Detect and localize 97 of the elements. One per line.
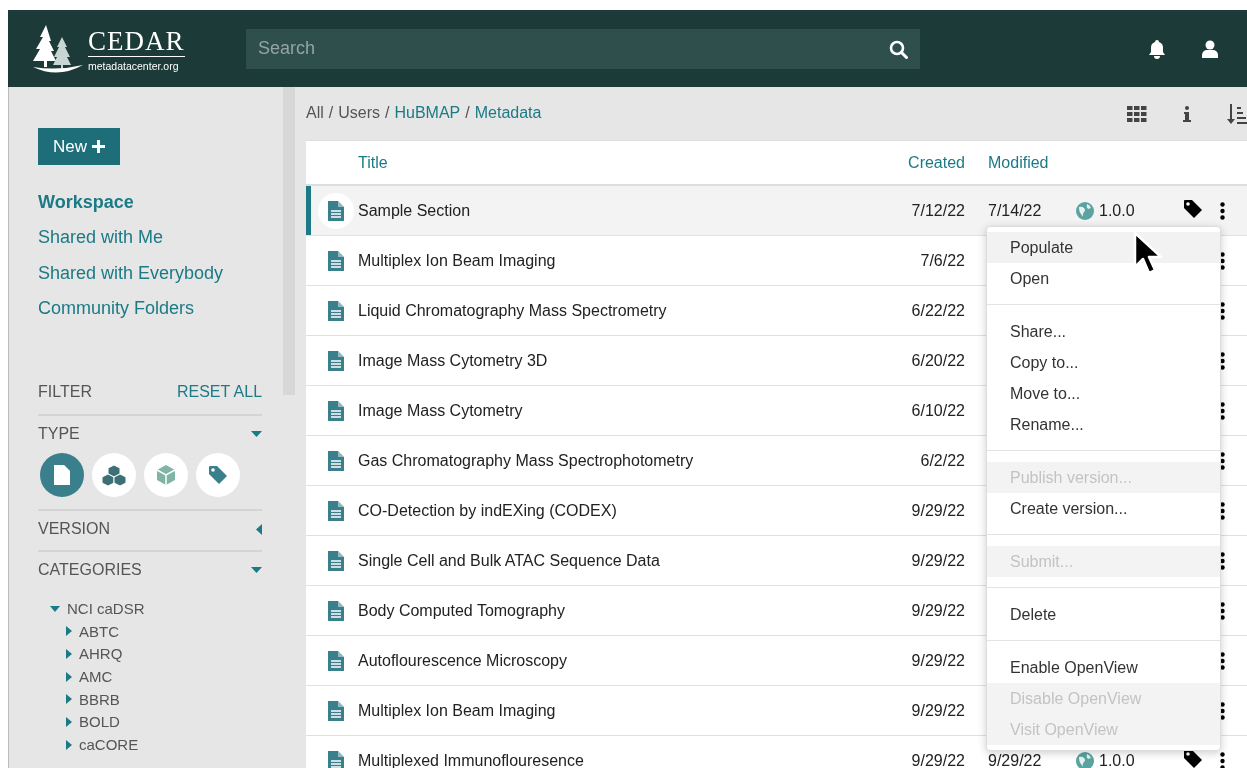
category-item[interactable]: ABTC: [79, 622, 119, 640]
tag-icon: [1183, 198, 1203, 219]
more-options-icon[interactable]: [1220, 751, 1225, 768]
title-cell-text: Single Cell and Bulk ATAC Sequence Data: [358, 551, 661, 570]
breadcrumb-separator: /: [465, 103, 470, 122]
title-cell-text: CO-Detection by indEXing (CODEX): [358, 501, 618, 520]
category-item[interactable]: AMC: [79, 668, 113, 686]
breadcrumb-link[interactable]: Metadata: [474, 103, 542, 122]
type-filter-button[interactable]: [40, 453, 84, 498]
logo-domain: metadatacenter.org: [88, 59, 180, 72]
grid-view-icon[interactable]: [1127, 105, 1147, 122]
type-filter-button[interactable]: [92, 453, 136, 498]
category-item[interactable]: AHRQ: [79, 645, 123, 663]
title-cell-text: Image Mass Cytometry 3D: [358, 351, 549, 370]
search-icon[interactable]: [889, 39, 908, 59]
title-cell-text: Autoflourescence Microscopy: [358, 651, 568, 670]
nav-link[interactable]: Workspace: [38, 192, 134, 213]
menu-item[interactable]: Move to...: [987, 378, 1220, 409]
version-cell: 1.0.0: [1099, 751, 1135, 768]
menu-item[interactable]: Enable OpenView: [987, 652, 1220, 683]
more-options-icon[interactable]: [1220, 201, 1225, 220]
breadcrumb-separator: /: [385, 103, 390, 122]
bell-icon[interactable]: [1147, 38, 1167, 59]
breadcrumb-link[interactable]: HuBMAP: [394, 103, 461, 122]
sort-icon[interactable]: [1227, 103, 1247, 124]
breadcrumb-separator: /: [328, 103, 334, 122]
menu-item[interactable]: Populate: [987, 232, 1220, 263]
column-header[interactable]: Title: [358, 153, 895, 172]
reset-all-link[interactable]: RESET ALL: [176, 383, 263, 402]
cube-icon: [155, 464, 177, 487]
user-icon[interactable]: [1202, 39, 1218, 58]
menu-item[interactable]: Share...: [987, 316, 1220, 347]
created-cell-text: 9/29/22: [910, 701, 965, 720]
caret-right-icon[interactable]: [66, 694, 72, 705]
caret-right-icon[interactable]: [66, 739, 72, 750]
created-cell-text: 7/6/22: [919, 251, 965, 270]
filter-section-title[interactable]: TYPE: [38, 425, 80, 444]
created-cell-text: 9/29/22: [910, 651, 965, 670]
category-item[interactable]: NCI caDSR: [67, 600, 145, 618]
created-cell-text: 9/29/22: [910, 751, 965, 768]
type-filter-button[interactable]: [196, 453, 240, 498]
created-cell-text: 6/20/22: [910, 351, 965, 370]
menu-item[interactable]: Rename...: [987, 409, 1220, 440]
menu-item[interactable]: Open: [987, 263, 1220, 294]
title-cell-text: Image Mass Cytometry: [358, 401, 524, 420]
cubes-icon: [101, 464, 127, 487]
new-button[interactable]: New: [38, 128, 120, 166]
created-cell-text: 6/10/22: [910, 401, 965, 420]
nav-link[interactable]: Shared with Me: [38, 227, 164, 248]
created-cell-text: 9/29/22: [910, 501, 965, 520]
column-header[interactable]: Created: [895, 153, 965, 172]
created-cell-text: 9/29/22: [910, 551, 965, 570]
title-cell-text: Gas Chromatography Mass Spectrophotometry: [358, 451, 695, 470]
tag-icon: [208, 465, 228, 486]
caret-right-icon[interactable]: [66, 648, 72, 659]
menu-item[interactable]: Create version...: [987, 493, 1220, 524]
created-cell-text: 6/2/22: [919, 451, 965, 470]
category-item[interactable]: BBRB: [79, 690, 120, 708]
caret-right-icon[interactable]: [66, 671, 72, 682]
nav-link[interactable]: Community Folders: [38, 297, 195, 318]
modified-cell: 9/29/22: [988, 751, 1042, 768]
breadcrumb-item[interactable]: Users: [338, 103, 380, 122]
filter-section-title[interactable]: VERSION: [38, 520, 110, 539]
menu-item[interactable]: Copy to...: [987, 347, 1220, 378]
created-cell-text: 6/22/22: [910, 301, 965, 320]
filter-title: FILTER: [38, 383, 92, 402]
title-cell-text: Liquid Chromatography Mass Spectrometry: [358, 301, 668, 320]
search-field[interactable]: Search: [246, 28, 920, 69]
caret-right-icon[interactable]: [66, 626, 72, 637]
plus-icon: [92, 140, 105, 154]
caret-left-icon[interactable]: [256, 523, 263, 535]
caret-right-icon[interactable]: [66, 717, 72, 727]
caret-down-icon[interactable]: [251, 431, 263, 438]
document-icon: [54, 465, 70, 486]
created-cell-text: 9/29/22: [910, 601, 965, 620]
scrollbar-thumb[interactable]: [283, 87, 295, 395]
title-cell-text: Sample Section: [358, 201, 472, 220]
caret-down-icon[interactable]: [50, 605, 60, 612]
title-cell-text: Multiplex Ion Beam Imaging: [358, 701, 557, 720]
menu-item[interactable]: Delete: [987, 599, 1220, 630]
category-item[interactable]: caCORE: [79, 736, 139, 754]
column-header[interactable]: Modified: [988, 153, 1049, 171]
logo-wordmark: CEDAR: [88, 25, 185, 57]
category-item[interactable]: BOLD: [79, 713, 120, 731]
title-cell-text: Body Computed Tomography: [358, 601, 566, 620]
breadcrumb-item[interactable]: All: [306, 103, 324, 122]
nav-link[interactable]: Shared with Everybody: [38, 262, 224, 283]
filter-section-title[interactable]: CATEGORIES: [38, 561, 142, 580]
version-cell: 1.0.0: [1099, 201, 1135, 220]
title-cell-text: Multiplexed Immunoflouresence: [358, 751, 585, 768]
modified-cell: 7/14/22: [988, 201, 1042, 219]
title-cell-text: Multiplex Ion Beam Imaging: [358, 251, 557, 270]
globe-icon: [1076, 201, 1094, 220]
caret-down-icon[interactable]: [251, 567, 263, 574]
created-cell-text: 7/12/22: [910, 201, 965, 220]
info-icon[interactable]: [1183, 105, 1191, 122]
globe-icon: [1076, 751, 1094, 768]
